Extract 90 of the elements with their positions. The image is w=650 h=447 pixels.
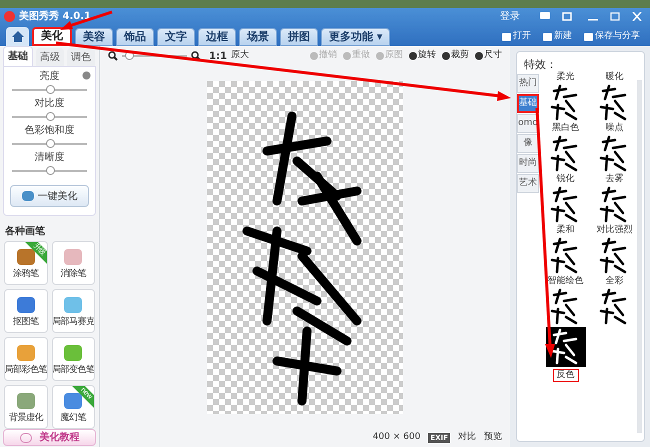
brush-icon — [64, 248, 82, 264]
slider-thumb[interactable] — [46, 85, 54, 94]
slider-label: 色彩饱和度 — [24, 125, 74, 137]
close-icon[interactable] — [632, 12, 642, 20]
toolbar-button[interactable]: 裁剪 — [442, 49, 469, 63]
effect-label[interactable]: 锐化 — [554, 174, 578, 185]
main-tab[interactable]: 拼图 — [280, 28, 318, 46]
file-action-icon — [584, 32, 593, 40]
window-icon[interactable] — [562, 12, 572, 20]
slider-thumb[interactable] — [46, 112, 54, 121]
brush-tool-button[interactable]: 抠图笔 — [4, 289, 48, 333]
brush-tool-button[interactable]: 消除笔 — [52, 241, 95, 285]
effect-label[interactable]: 柔光 — [554, 72, 578, 83]
image-size-text: 400 × 600 — [372, 431, 420, 444]
zoom-in-icon[interactable] — [191, 51, 201, 61]
magic-icon — [22, 191, 34, 201]
brush-icon — [64, 296, 82, 312]
effect-label[interactable]: 去雾 — [602, 174, 626, 185]
reset-icon[interactable] — [82, 71, 91, 80]
scrollbar[interactable] — [637, 80, 642, 433]
effect-label[interactable]: 噪点 — [602, 123, 626, 134]
annotation-arrow — [60, 10, 112, 30]
brush-tool-button[interactable]: 局部马赛克 — [52, 289, 95, 333]
effect-category-tab[interactable]: 时尚 — [517, 154, 539, 173]
tool-icon — [409, 52, 417, 60]
effect-label[interactable]: 对比强烈 — [594, 225, 636, 236]
effect-label[interactable]: 黑白色 — [549, 123, 582, 134]
effect-label[interactable]: 智能绘色 — [544, 276, 586, 287]
file-action-button[interactable]: 打开 — [502, 30, 531, 44]
actual-size-label: 原大 — [230, 49, 249, 62]
file-action-icon — [502, 32, 511, 40]
slider-thumb[interactable] — [46, 139, 54, 148]
brush-tool-button[interactable]: 局部彩色笔 — [4, 337, 48, 381]
toolbar-button[interactable]: 尺寸 — [475, 49, 502, 63]
effect-category-tab[interactable]: 像 — [517, 134, 539, 153]
slider-thumb[interactable] — [46, 166, 54, 175]
slider-label: 对比度 — [34, 98, 64, 110]
preview-button[interactable]: 预览 — [484, 431, 502, 445]
main-tab[interactable]: 美容 — [75, 28, 113, 46]
main-tab[interactable]: 边框 — [198, 28, 236, 46]
login-link[interactable]: 登录 — [500, 8, 520, 24]
file-action-button[interactable]: 保存与分享 — [584, 30, 640, 44]
effect-label[interactable]: 反色 — [552, 369, 578, 382]
tool-icon — [310, 52, 318, 60]
toolbar-button[interactable]: 旋转 — [409, 49, 436, 63]
panel-tab[interactable]: 调色 — [67, 48, 95, 66]
brush-icon — [64, 392, 82, 408]
main-tab[interactable]: 饰品 — [116, 28, 154, 46]
brush-icon — [16, 248, 35, 264]
effect-category-tab[interactable]: 热门 — [517, 74, 539, 93]
effect-label[interactable]: 暖化 — [602, 72, 626, 83]
section-title: 各种画笔 — [5, 224, 46, 239]
home-tab[interactable] — [6, 27, 29, 46]
brush-icon — [64, 344, 82, 360]
tool-icon — [475, 52, 483, 60]
zoom-out-icon[interactable] — [108, 51, 118, 61]
main-tab[interactable]: 更多功能 ▾ — [321, 28, 390, 46]
one-click-beautify-button[interactable]: 一键美化 — [10, 185, 89, 207]
effect-category-tab[interactable]: 艺术 — [517, 174, 539, 193]
slider-label: 清晰度 — [34, 152, 64, 164]
effect-label[interactable]: 柔和 — [554, 225, 578, 236]
file-action-icon — [543, 32, 552, 40]
main-tab[interactable]: 文字 — [157, 28, 195, 46]
main-tab[interactable]: 场景 — [239, 28, 277, 46]
window-title: 美图秀秀 4.0.1 — [19, 9, 91, 24]
effect-thumbnail[interactable] — [546, 327, 586, 367]
brush-icon — [16, 296, 35, 312]
main-tab[interactable]: 美化 — [32, 27, 72, 46]
brush-icon — [16, 392, 35, 408]
tool-icon — [442, 52, 450, 60]
effect-category-tab[interactable]: 基础 — [517, 94, 539, 113]
maximize-icon[interactable] — [610, 12, 620, 20]
effects-title: 特效： — [523, 57, 558, 72]
app-logo-icon — [4, 10, 15, 22]
tutorial-button[interactable]: 美化教程 — [3, 429, 96, 446]
panel-tab[interactable]: 高级 — [36, 48, 64, 66]
home-icon — [12, 31, 24, 42]
effect-label[interactable]: 全彩 — [602, 276, 626, 287]
panel-tab[interactable]: 基础 — [3, 46, 33, 66]
slider-label: 亮度 — [40, 71, 60, 83]
compare-button[interactable]: 对比 — [458, 431, 476, 445]
tool-icon — [343, 52, 351, 60]
actual-size-button[interactable]: 1:1 — [209, 48, 227, 64]
hand-icon — [20, 432, 32, 442]
brush-icon — [16, 344, 35, 360]
brush-tool-button[interactable]: 背景虚化 — [4, 385, 48, 429]
brush-tool-button[interactable]: 局部变色笔 — [52, 337, 95, 381]
tool-icon — [376, 52, 384, 60]
file-action-button[interactable]: 新建 — [543, 30, 572, 44]
chat-icon[interactable] — [540, 12, 550, 20]
